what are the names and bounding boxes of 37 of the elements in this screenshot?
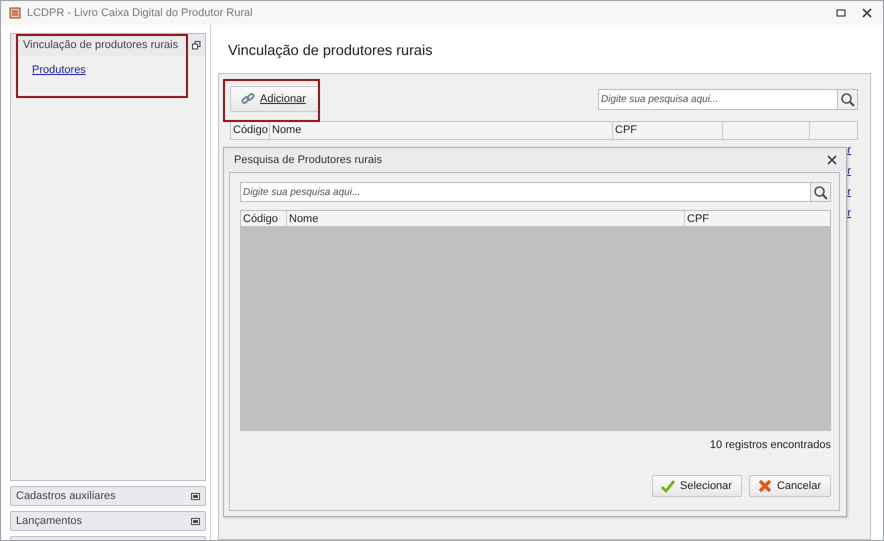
search-button[interactable] bbox=[810, 183, 830, 201]
cross-icon bbox=[758, 479, 772, 493]
window-title: LCDPR - Livro Caixa Digital do Produtor Rural bbox=[27, 7, 253, 19]
sidebar-panel-button[interactable]: Lançamentos bbox=[10, 511, 206, 531]
search-icon bbox=[840, 92, 855, 106]
select-button[interactable]: Selecionar bbox=[652, 475, 742, 497]
dialog-title: Pesquisa de Produtores rurais bbox=[234, 154, 382, 166]
panel-title: Vinculação de produtores rurais bbox=[23, 39, 178, 51]
cancel-button[interactable]: Cancelar bbox=[748, 475, 831, 497]
row-link[interactable]: r bbox=[847, 144, 851, 156]
close-icon bbox=[827, 155, 837, 165]
search-button[interactable] bbox=[837, 90, 857, 108]
column-header: Código bbox=[231, 122, 270, 139]
link-icon bbox=[241, 92, 255, 106]
column-header: Código bbox=[241, 211, 287, 226]
column-header: CPF bbox=[613, 122, 723, 139]
column-header: CPF bbox=[686, 212, 710, 226]
add-button[interactable]: Adicionar bbox=[230, 86, 319, 112]
app-icon bbox=[9, 7, 21, 19]
restore-icon bbox=[192, 40, 201, 50]
row-link[interactable]: r bbox=[847, 207, 851, 219]
column-header: Nome bbox=[270, 122, 613, 139]
row-link[interactable]: r bbox=[847, 186, 851, 198]
search-field[interactable]: Digite sua pesquisa aqui... bbox=[598, 88, 858, 110]
page-heading: Vinculação de produtores rurais bbox=[227, 42, 434, 61]
search-icon bbox=[813, 184, 828, 200]
sidebar-panel-button[interactable]: Cadastros auxiliares bbox=[10, 486, 206, 506]
restore-icon bbox=[836, 8, 846, 18]
minimized-icon bbox=[191, 518, 200, 524]
check-icon bbox=[660, 479, 675, 493]
close-icon bbox=[862, 8, 872, 18]
column-header: Nome bbox=[287, 211, 685, 226]
minimized-icon bbox=[191, 492, 200, 500]
sidebar-link[interactable]: Produtores bbox=[32, 64, 86, 76]
record-count: 10 registros encontrados bbox=[708, 438, 831, 453]
row-link[interactable]: r bbox=[847, 165, 851, 177]
panel-header[interactable]: Vinculação de produtores rurais bbox=[11, 34, 205, 56]
